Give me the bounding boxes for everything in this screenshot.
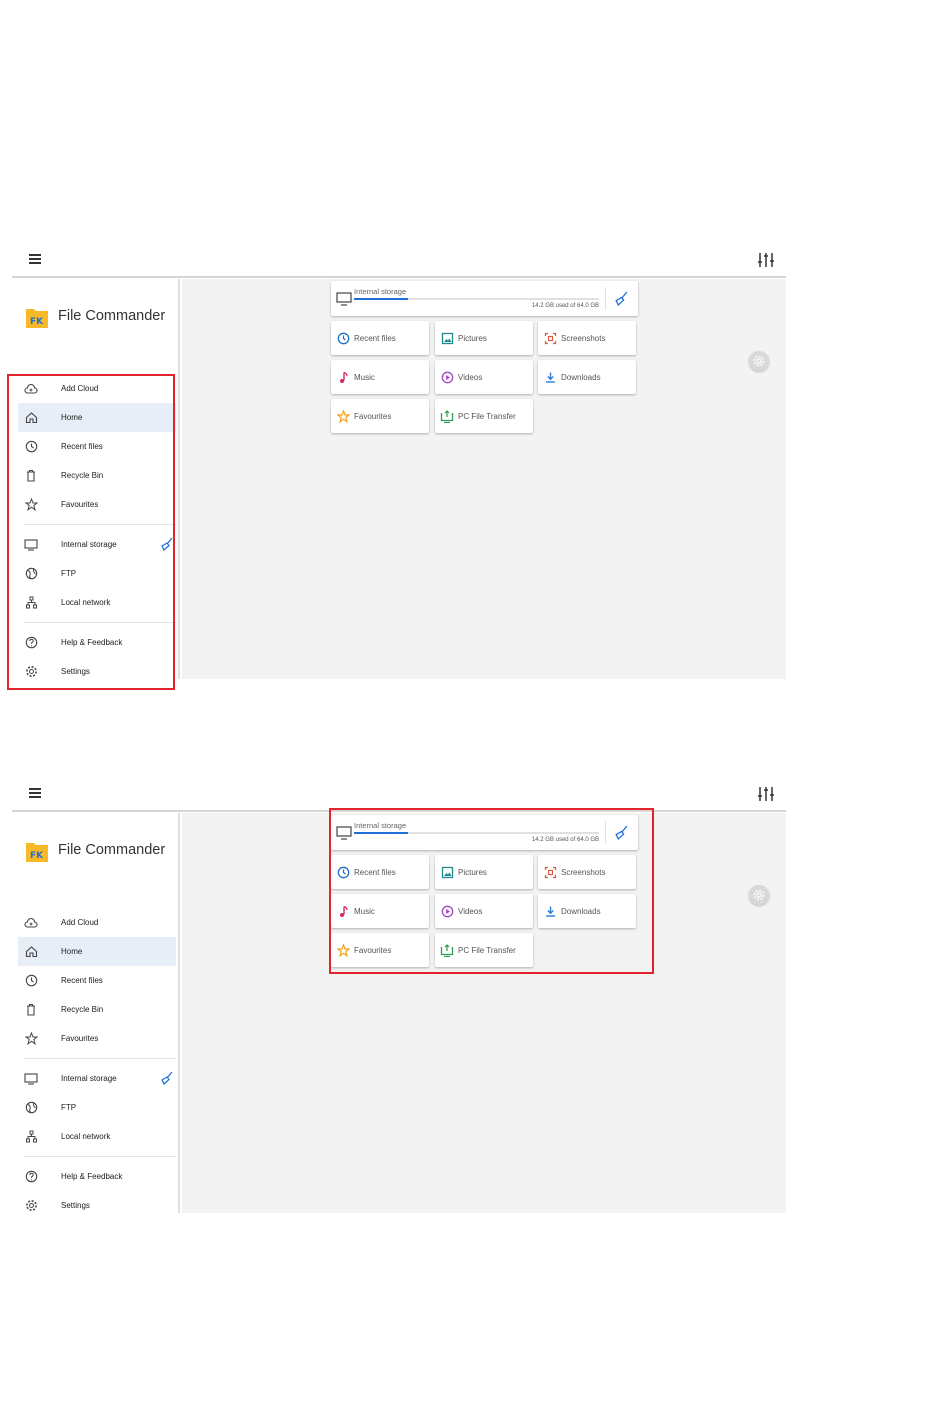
nav-list: Add Cloud Home Recent files Recycle Bin …	[18, 908, 176, 1220]
tile-label: Screenshots	[561, 334, 606, 343]
tile-favourites[interactable]: Favourites	[331, 399, 429, 433]
broom-icon[interactable]	[614, 291, 629, 306]
divider	[24, 1058, 176, 1059]
storage-usage-text: 14.2 GB used of 64.0 GB	[531, 303, 599, 309]
divider	[24, 1156, 176, 1157]
monitor-icon	[24, 1072, 38, 1086]
sidebar-item-recycle-bin[interactable]: Recycle Bin	[18, 995, 176, 1024]
hamburger-menu-icon[interactable]	[24, 252, 46, 268]
file-commander-logo-icon: FK	[26, 309, 48, 328]
help-icon	[24, 1170, 38, 1184]
clock-icon	[336, 331, 350, 345]
navigation-drawer: FK File Commander Add Cloud Home Recent …	[12, 813, 180, 1213]
tile-downloads[interactable]: Downloads	[538, 360, 636, 394]
tile-music[interactable]: Music	[331, 360, 429, 394]
internal-storage-card[interactable]: Internal storage 14.2 GB used of 64.0 GB	[331, 281, 638, 316]
tile-pictures[interactable]: Pictures	[435, 321, 533, 355]
filter-settings-icon[interactable]	[756, 785, 776, 803]
tile-label: Downloads	[561, 373, 601, 382]
tile-screenshots[interactable]: Screenshots	[538, 321, 636, 355]
sidebar-item-label: Settings	[61, 1201, 90, 1210]
top-app-bar	[12, 242, 786, 278]
sidebar-item-label: FTP	[61, 1103, 77, 1112]
highlight-box-tiles	[329, 808, 654, 974]
star-icon	[336, 409, 350, 423]
gear-icon	[24, 1199, 38, 1213]
sidebar-item-label: Local network	[61, 1132, 111, 1141]
settings-fab[interactable]	[749, 885, 769, 905]
app-title: File Commander	[58, 308, 166, 324]
cloud-add-icon	[24, 916, 38, 930]
sidebar-item-add-cloud[interactable]: Add Cloud	[18, 908, 176, 937]
sidebar-item-internal-storage[interactable]: Internal storage	[18, 1064, 176, 1093]
file-commander-logo-icon: FK	[26, 843, 48, 862]
globe-icon	[24, 1101, 38, 1115]
tile-pc-file-transfer[interactable]: PC File Transfer	[435, 399, 533, 433]
hamburger-menu-icon[interactable]	[24, 786, 46, 802]
tile-label: Pictures	[458, 334, 487, 343]
gear-icon	[753, 355, 765, 367]
sidebar-item-label: Recent files	[61, 976, 103, 985]
sidebar-item-label: Home	[61, 947, 83, 956]
top-app-bar	[12, 776, 786, 812]
tile-label: PC File Transfer	[458, 412, 516, 421]
broom-icon[interactable]	[160, 1071, 174, 1085]
tile-label: Favourites	[354, 412, 392, 421]
pc-transfer-icon	[440, 409, 454, 423]
home-icon	[24, 945, 38, 959]
svg-text:FK: FK	[30, 851, 44, 861]
sidebar-item-recent-files[interactable]: Recent files	[18, 966, 176, 995]
network-icon	[24, 1130, 38, 1144]
tile-videos[interactable]: Videos	[435, 360, 533, 394]
sidebar-item-home[interactable]: Home	[18, 937, 176, 966]
download-icon	[543, 370, 557, 384]
music-note-icon	[336, 370, 350, 384]
sidebar-item-label: Internal storage	[61, 1074, 117, 1083]
home-content: Internal storage 14.2 GB used of 64.0 GB…	[182, 279, 786, 679]
filter-settings-icon[interactable]	[756, 251, 776, 269]
divider	[605, 287, 606, 310]
sidebar-item-settings[interactable]: Settings	[18, 1191, 176, 1220]
settings-fab[interactable]	[749, 351, 769, 371]
sidebar-item-label: Recycle Bin	[61, 1005, 104, 1014]
sidebar-item-label: Help & Feedback	[61, 1172, 123, 1181]
sidebar-item-local-network[interactable]: Local network	[18, 1122, 176, 1151]
tile-label: Recent files	[354, 334, 396, 343]
gear-icon	[753, 889, 765, 901]
tile-label: Videos	[458, 373, 483, 382]
sidebar-item-label: Favourites	[61, 1034, 99, 1043]
image-icon	[440, 331, 454, 345]
trash-icon	[24, 1003, 38, 1017]
sidebar-item-favourites[interactable]: Favourites	[18, 1024, 176, 1053]
sidebar-item-label: Add Cloud	[61, 918, 99, 927]
tile-label: Music	[354, 373, 375, 382]
screenshot-icon	[543, 331, 557, 345]
svg-text:FK: FK	[30, 317, 44, 327]
star-icon	[24, 1032, 38, 1046]
play-circle-icon	[440, 370, 454, 384]
app-title: File Commander	[58, 842, 166, 858]
tile-recent-files[interactable]: Recent files	[331, 321, 429, 355]
highlight-box-sidebar	[7, 374, 175, 690]
storage-label: Internal storage	[354, 287, 407, 296]
storage-progress-fill	[354, 298, 408, 300]
storage-progress-bar	[354, 298, 599, 300]
clock-icon	[24, 974, 38, 988]
sidebar-item-ftp[interactable]: FTP	[18, 1093, 176, 1122]
monitor-icon	[336, 292, 352, 306]
sidebar-item-help-feedback[interactable]: Help & Feedback	[18, 1162, 176, 1191]
